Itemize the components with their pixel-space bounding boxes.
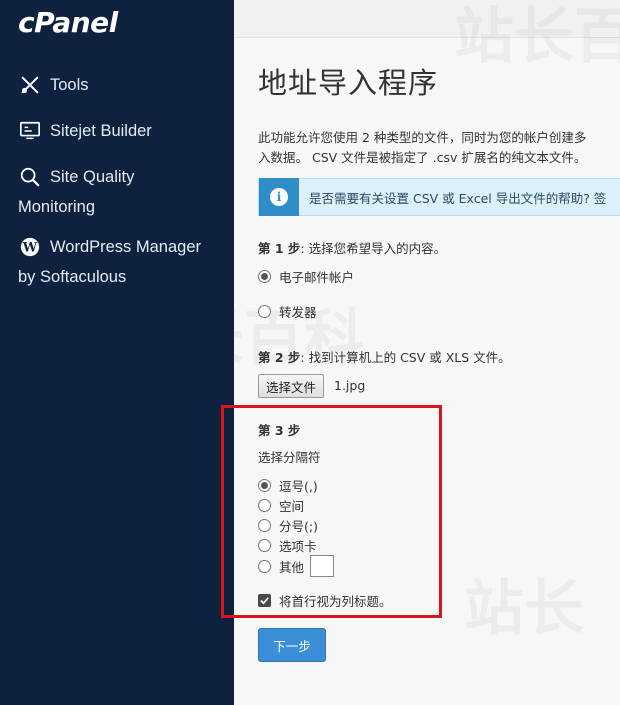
- sidebar-item-label: Sitejet Builder: [50, 122, 152, 140]
- step1-text: : 选择您希望导入的内容。: [300, 241, 447, 256]
- help-callout[interactable]: i 是否需要有关设置 CSV 或 Excel 导出文件的帮助? 签: [258, 178, 620, 216]
- sidebar-item-tools[interactable]: Tools: [18, 70, 89, 100]
- sidebar-item-label-cont: by Softaculous: [18, 268, 127, 286]
- cpanel-logo[interactable]: cPanel: [18, 6, 118, 39]
- sidebar: cPanel Tools Sitejet Builder Site Qualit…: [0, 0, 234, 705]
- choose-file-button[interactable]: 选择文件: [258, 374, 325, 398]
- search-icon: [18, 165, 42, 189]
- selected-file-name: 1.jpg: [334, 378, 366, 393]
- sidebar-item-label: Site Quality: [50, 168, 135, 186]
- sidebar-item-label-cont: Monitoring: [18, 198, 96, 216]
- tools-icon: [18, 73, 42, 97]
- sidebar-item-label: WordPress Manager: [50, 238, 202, 256]
- option-email-accounts[interactable]: 电子邮件帐户: [258, 267, 354, 286]
- highlight-box: [221, 405, 442, 618]
- step1-prefix: 第 1 步: [258, 241, 301, 256]
- sidebar-item-wordpress-manager[interactable]: W WordPress Manager by Softaculous: [18, 232, 201, 292]
- radio-selected[interactable]: [258, 270, 271, 283]
- svg-text:W: W: [22, 241, 38, 256]
- sidebar-item-label: Tools: [50, 76, 89, 94]
- description-line: 入数据。 CSV 文件是被指定了 .csv 扩展名的纯文本文件。: [258, 150, 587, 165]
- step2-label: 第 2 步: 找到计算机上的 CSV 或 XLS 文件。: [258, 347, 511, 366]
- watermark: 站长: [464, 574, 584, 644]
- help-link-text[interactable]: 是否需要有关设置 CSV 或 Excel 导出文件的帮助? 签: [309, 188, 606, 207]
- next-button[interactable]: 下一步: [258, 628, 326, 662]
- radio[interactable]: [258, 305, 271, 318]
- description: 此功能允许您使用 2 种类型的文件，同时为您的帐户创建多 入数据。 CSV 文件…: [258, 128, 620, 168]
- page-title: 地址导入程序: [258, 66, 439, 100]
- option-label: 转发器: [279, 305, 317, 320]
- sitejet-icon: [18, 119, 42, 143]
- info-icon-badge: i: [259, 178, 299, 216]
- step1-label: 第 1 步: 选择您希望导入的内容。: [258, 238, 446, 257]
- top-bar: [234, 0, 620, 38]
- description-line: 此功能允许您使用 2 种类型的文件，同时为您的帐户创建多: [258, 130, 587, 145]
- info-icon: i: [270, 188, 288, 206]
- sidebar-item-site-quality-monitoring[interactable]: Site Quality Monitoring: [18, 162, 134, 222]
- wordpress-icon: W: [18, 235, 42, 259]
- step2-text: : 找到计算机上的 CSV 或 XLS 文件。: [300, 350, 511, 365]
- option-forwarders[interactable]: 转发器: [258, 302, 317, 321]
- option-label: 电子邮件帐户: [279, 270, 355, 285]
- step2-prefix: 第 2 步: [258, 350, 301, 365]
- sidebar-item-sitejet-builder[interactable]: Sitejet Builder: [18, 116, 152, 146]
